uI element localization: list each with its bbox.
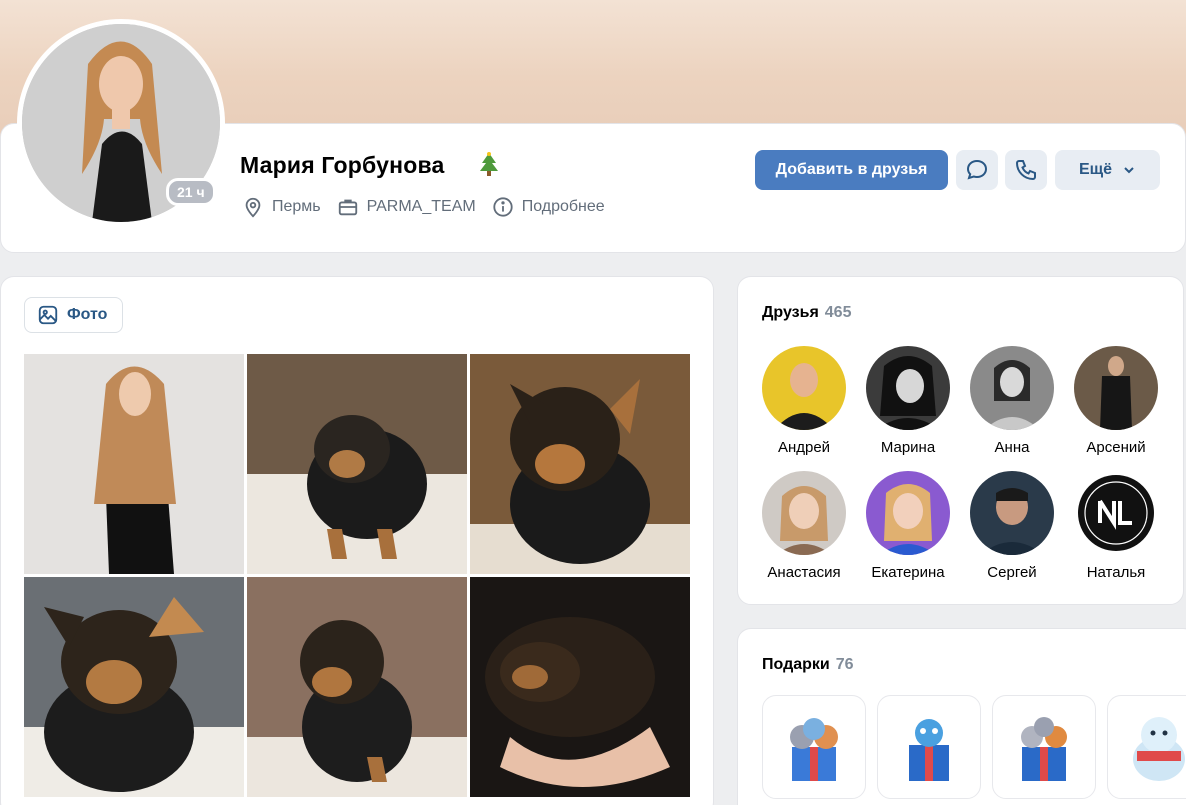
gift-item[interactable] <box>877 695 981 799</box>
details-label: Подробнее <box>521 198 605 215</box>
gift-item[interactable] <box>1107 695 1186 799</box>
friend-avatar <box>1074 346 1158 430</box>
gift-box-cats-icon <box>1021 717 1067 781</box>
friend-avatar <box>762 471 846 555</box>
details-link[interactable]: Подробнее <box>492 196 605 218</box>
phone-icon <box>1015 160 1036 181</box>
photos-block: Фото <box>0 276 714 805</box>
studio-logo-icon <box>1074 471 1158 555</box>
work-info[interactable]: PARMA_TEAM <box>337 196 476 218</box>
gifts-title[interactable]: Подарки 76 <box>762 656 854 674</box>
more-button[interactable]: Ещё <box>1055 150 1160 190</box>
photo-thumbnail[interactable] <box>470 354 690 574</box>
online-status-badge: 21 ч <box>166 178 216 206</box>
briefcase-icon <box>338 199 357 216</box>
photo-thumbnail[interactable] <box>247 577 467 797</box>
friends-count: 465 <box>824 304 852 321</box>
friend-item[interactable]: Арсений <box>1066 346 1166 456</box>
friend-avatar <box>970 346 1054 430</box>
friends-title-label: Друзья <box>762 304 819 321</box>
friend-avatar <box>970 471 1054 555</box>
friend-avatar <box>866 471 950 555</box>
location-pin-icon <box>245 197 261 218</box>
gift-box-cats-icon <box>790 718 838 781</box>
friends-title[interactable]: Друзья 465 <box>762 304 851 322</box>
gifts-block: Подарки 76 <box>737 628 1186 805</box>
photo-thumbnail[interactable] <box>247 354 467 574</box>
friend-name: Марина <box>880 439 936 456</box>
city-info: Пермь <box>242 196 321 218</box>
more-label: Ещё <box>1078 161 1113 178</box>
friend-name: Сергей <box>987 564 1037 581</box>
friend-name: Наталья <box>1086 564 1146 581</box>
christmas-tree-icon <box>478 152 500 183</box>
friend-name: Анна <box>994 439 1030 456</box>
profile-name: Мария Горбунова <box>240 152 445 178</box>
photo-thumbnail[interactable] <box>24 354 244 574</box>
friend-name: Арсений <box>1086 439 1146 456</box>
info-icon <box>493 197 513 217</box>
tab-photos[interactable]: Фото <box>24 297 123 333</box>
friend-item[interactable]: Анастасия <box>754 471 854 581</box>
friend-avatar <box>762 346 846 430</box>
friend-item[interactable]: Сергей <box>962 471 1062 581</box>
city-label: Пермь <box>272 198 321 215</box>
image-icon <box>38 305 58 325</box>
add-friend-button[interactable]: Добавить в друзья <box>755 150 948 190</box>
tab-photos-label: Фото <box>67 306 108 323</box>
friend-item[interactable]: Наталья <box>1066 471 1166 581</box>
friend-item[interactable]: Андрей <box>754 346 854 456</box>
call-button[interactable] <box>1005 150 1047 190</box>
friend-avatar <box>866 346 950 430</box>
friend-name: Анастасия <box>767 564 841 581</box>
friend-item[interactable]: Екатерина <box>858 471 958 581</box>
gifts-title-label: Подарки <box>762 656 830 673</box>
photo-thumbnail[interactable] <box>470 577 690 797</box>
friend-name: Екатерина <box>871 564 945 581</box>
friend-item[interactable]: Анна <box>962 346 1062 456</box>
message-button[interactable] <box>956 150 998 190</box>
friend-name: Андрей <box>777 439 831 456</box>
chevron-down-icon <box>1124 167 1134 174</box>
gifts-count: 76 <box>835 656 854 673</box>
work-label: PARMA_TEAM <box>366 198 476 215</box>
friend-item[interactable]: Марина <box>858 346 958 456</box>
message-icon <box>966 159 988 180</box>
friends-block: Друзья 465 Андрей Марина Анна Арсений Ана… <box>737 276 1184 605</box>
polar-bear-icon <box>1133 717 1185 781</box>
gift-item[interactable] <box>762 695 866 799</box>
gift-box-icon <box>909 719 949 781</box>
photo-thumbnail[interactable] <box>24 577 244 797</box>
gift-item[interactable] <box>992 695 1096 799</box>
friend-avatar <box>1074 471 1158 555</box>
